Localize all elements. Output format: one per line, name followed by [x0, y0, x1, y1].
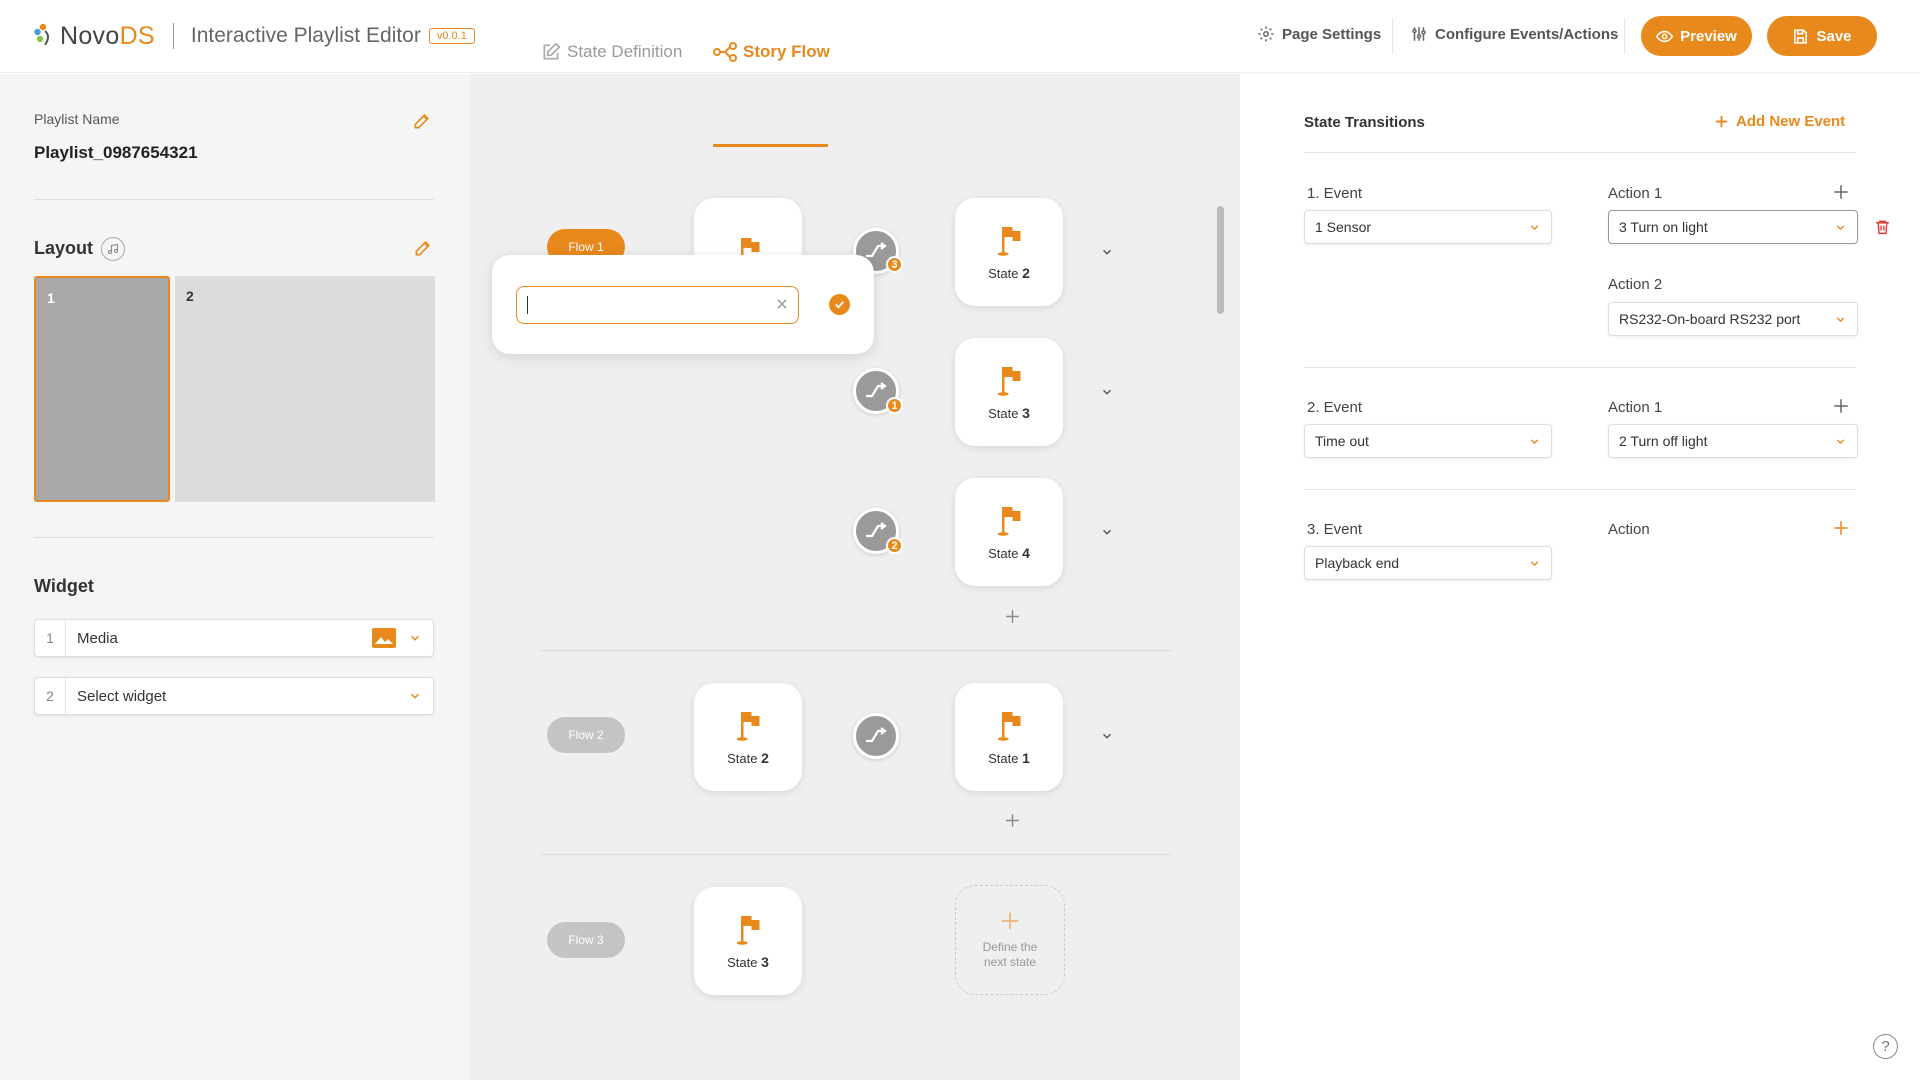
brand-name: NovoDS: [60, 21, 155, 50]
confirm-check-icon[interactable]: [829, 294, 850, 315]
transition-arrow-icon: [866, 522, 887, 538]
delete-trash-icon[interactable]: [1874, 218, 1891, 241]
add-action-plus-icon[interactable]: [1832, 519, 1850, 542]
help-icon[interactable]: ?: [1873, 1034, 1898, 1059]
chevron-down-icon: [410, 635, 420, 641]
chevron-down-icon: [1530, 438, 1539, 444]
widget-select-2[interactable]: 2 Select widget: [34, 677, 434, 715]
novods-logo-icon: [32, 21, 54, 51]
transition-count-badge: 1: [886, 397, 903, 414]
edit-layout-pencil-icon[interactable]: [413, 238, 433, 263]
sliders-icon: [1412, 27, 1426, 41]
clear-icon[interactable]: [775, 297, 789, 316]
flag-icon: [997, 712, 1021, 741]
transition-count-badge: 2: [886, 537, 903, 554]
layout-zone-1[interactable]: 1: [34, 276, 170, 502]
state-name-input[interactable]: [516, 286, 799, 324]
flow-nodes-icon: [713, 42, 737, 62]
flag-icon: [736, 916, 760, 945]
image-icon: [372, 628, 396, 648]
state-card[interactable]: State 3: [694, 887, 802, 995]
tab-state-definition[interactable]: State Definition: [541, 42, 682, 62]
active-tab-indicator: [713, 144, 828, 147]
tab-story-flow[interactable]: Story Flow: [713, 42, 830, 62]
rename-state-popover: [492, 255, 874, 354]
edit-playlist-name-pencil-icon[interactable]: [412, 111, 432, 136]
eye-icon: [1656, 30, 1674, 42]
event-3-select[interactable]: Playback end: [1304, 546, 1552, 580]
app-title: Interactive Playlist Editor: [190, 24, 421, 47]
add-new-event-button[interactable]: Add New Event: [1714, 113, 1845, 130]
widget-select-1[interactable]: 1 Media: [34, 619, 434, 657]
event-2-action-1-label: Action 1: [1608, 399, 1663, 416]
event-1-action-1-select[interactable]: 3 Turn on light: [1608, 210, 1858, 244]
event-2-label: 2. Event: [1307, 399, 1363, 416]
event-1-action-2-label: Action 2: [1608, 276, 1663, 293]
transition-arrow-icon: [866, 382, 887, 398]
flag-icon: [997, 227, 1021, 256]
chevron-down-icon: [1836, 224, 1845, 230]
widget-title: Widget: [34, 576, 94, 596]
configure-events-button[interactable]: Configure Events/Actions: [1410, 25, 1618, 43]
chevron-down-icon[interactable]: [1100, 729, 1114, 748]
chevron-down-icon: [1530, 224, 1539, 230]
event-1-action-2-select[interactable]: RS232-On-board RS232 port: [1608, 302, 1858, 336]
add-action-plus-icon[interactable]: [1832, 183, 1850, 206]
plus-icon: [1001, 912, 1019, 930]
flag-icon: [997, 367, 1021, 396]
transition-arrow-icon: [866, 242, 887, 258]
transition-count-badge: 3: [886, 256, 903, 273]
playlist-name: Playlist_0987654321: [34, 143, 198, 162]
save-icon: [1794, 28, 1808, 44]
event-3-action-label: Action: [1608, 521, 1650, 538]
version-badge: v0.0.1: [428, 28, 475, 44]
playlist-name-label: Playlist Name: [34, 111, 120, 127]
logo: NovoDS Interactive Playlist Editor v0.0.…: [32, 21, 475, 51]
preview-button[interactable]: Preview: [1641, 16, 1752, 56]
event-2-select[interactable]: Time out: [1304, 424, 1552, 458]
event-1-action-1-label: Action 1: [1608, 185, 1663, 202]
event-1-label: 1. Event: [1307, 185, 1363, 202]
add-state-plus-icon[interactable]: [1004, 812, 1021, 834]
event-3-label: 3. Event: [1307, 521, 1363, 538]
chevron-down-icon: [410, 693, 420, 699]
layout-zone-2[interactable]: 2: [175, 276, 435, 502]
chevron-down-icon[interactable]: [1100, 525, 1114, 544]
scrollbar[interactable]: [1217, 206, 1224, 314]
define-next-state-button[interactable]: Define the next state: [955, 885, 1065, 995]
chevron-down-icon[interactable]: [1100, 245, 1114, 264]
layout-title: Layout: [34, 238, 94, 258]
transition-node[interactable]: [853, 713, 899, 759]
add-state-plus-icon[interactable]: [1004, 608, 1021, 630]
chevron-down-icon: [1836, 438, 1845, 444]
event-2-action-1-select[interactable]: 2 Turn off light: [1608, 424, 1858, 458]
edit-square-icon: [543, 42, 561, 60]
chevron-down-icon: [1836, 316, 1845, 322]
flag-icon: [736, 712, 760, 741]
plus-icon: [1715, 115, 1728, 128]
add-action-plus-icon[interactable]: [1832, 397, 1850, 420]
chevron-down-icon[interactable]: [1100, 385, 1114, 404]
top-bar: NovoDS Interactive Playlist Editor v0.0.…: [0, 0, 1920, 73]
state-card[interactable]: State 1: [955, 683, 1063, 791]
music-note-icon[interactable]: [101, 237, 125, 261]
event-1-select[interactable]: 1 Sensor: [1304, 210, 1552, 244]
flag-icon: [997, 507, 1021, 536]
page-settings-button[interactable]: Page Settings: [1257, 25, 1381, 43]
gear-icon: [1258, 26, 1274, 42]
flow-2-pill[interactable]: Flow 2: [547, 717, 625, 753]
state-transitions-title: State Transitions: [1304, 114, 1425, 131]
state-card[interactable]: State 4: [955, 478, 1063, 586]
state-card[interactable]: State 3: [955, 338, 1063, 446]
save-button[interactable]: Save: [1767, 16, 1877, 56]
state-card[interactable]: State 2: [694, 683, 802, 791]
flow-3-pill[interactable]: Flow 3: [547, 922, 625, 958]
transition-arrow-icon: [866, 727, 887, 743]
state-card[interactable]: State 2: [955, 198, 1063, 306]
chevron-down-icon: [1530, 560, 1539, 566]
